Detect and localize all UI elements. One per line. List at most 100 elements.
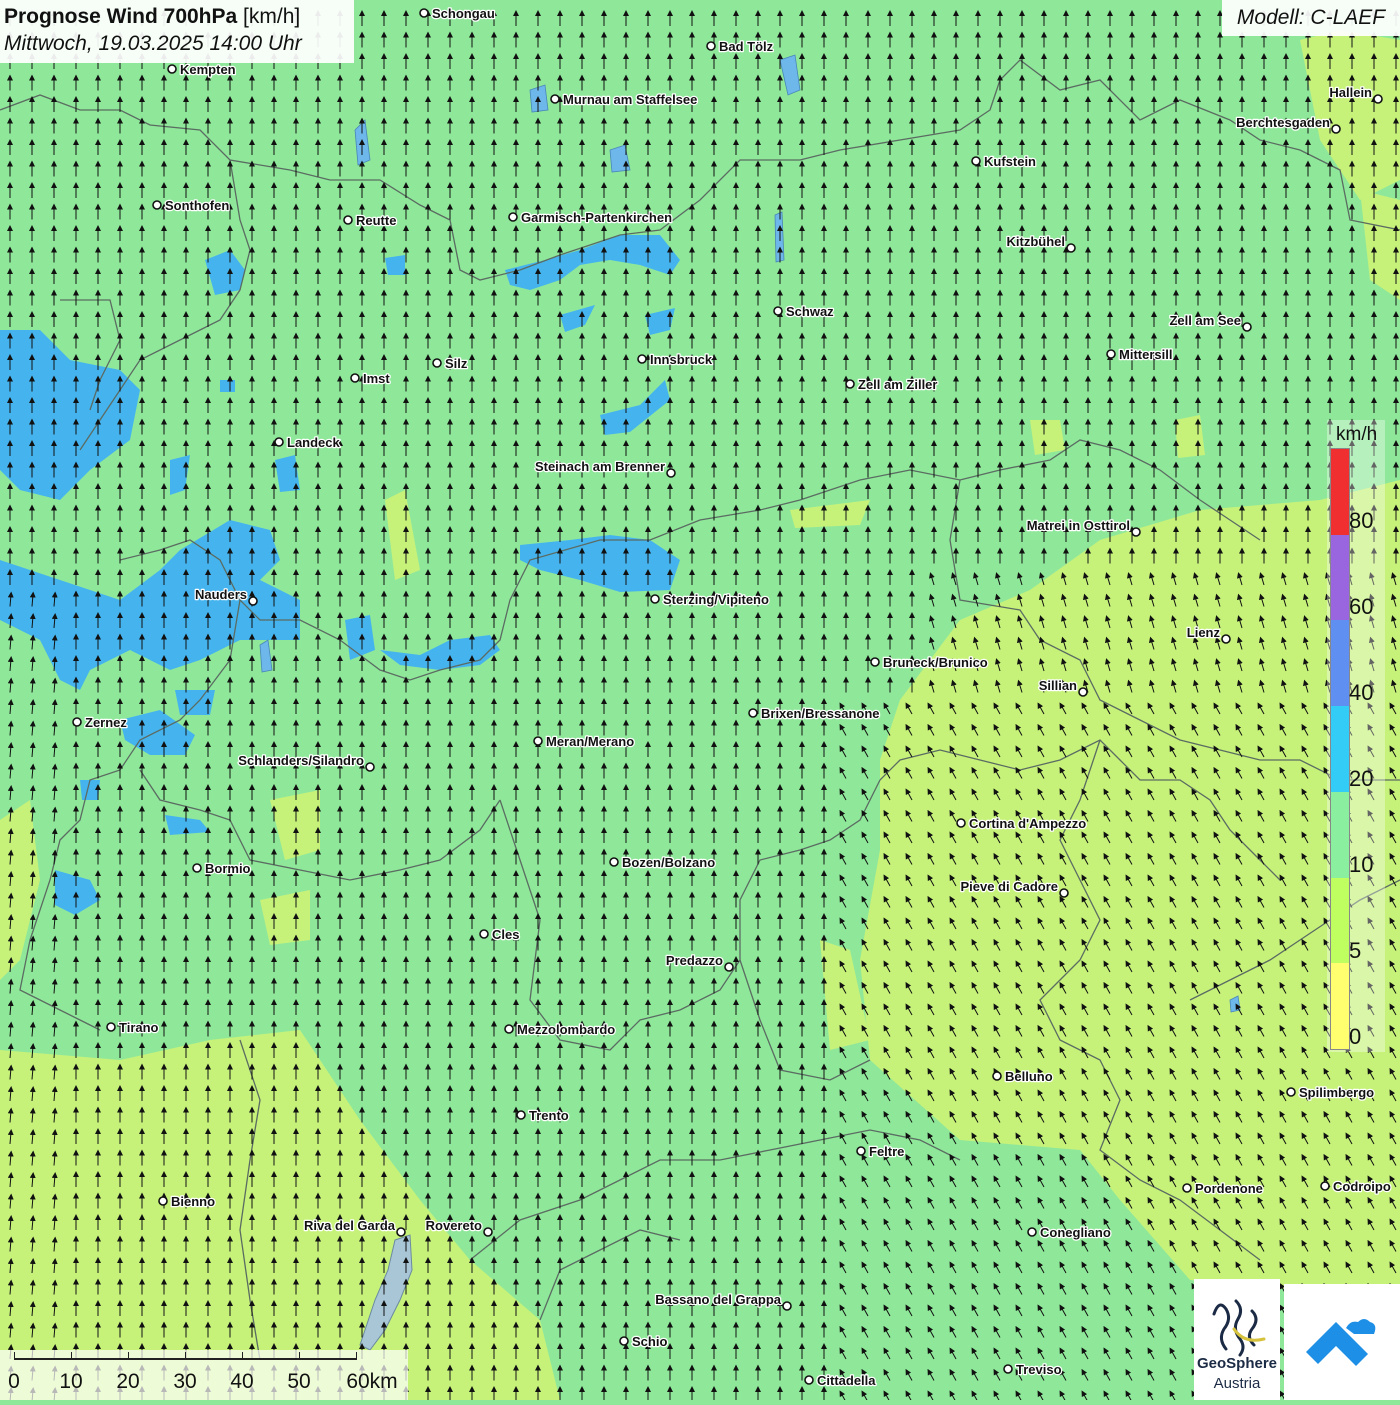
city-label: Tirano	[119, 1020, 159, 1035]
legend-tick-label: 5	[1349, 938, 1362, 963]
city-label: Kempten	[180, 62, 236, 77]
city-dot	[1331, 124, 1341, 134]
city-dot	[804, 1375, 814, 1385]
city-dot	[106, 1022, 116, 1032]
wind-map: Schongau Kempten Bad Tölz Murnau am Staffel…	[0, 0, 1400, 1400]
city-dot	[1131, 527, 1141, 537]
city-dot	[516, 1110, 526, 1120]
city-dot	[167, 64, 177, 74]
legend-tick-label: 20	[1349, 766, 1374, 791]
title-unit: [km/h]	[243, 5, 301, 28]
legend-color-segment	[1331, 449, 1349, 535]
mountain-cloud-icon	[1306, 1319, 1376, 1366]
city-dot	[483, 1227, 493, 1237]
city-label: Pordenone	[1195, 1181, 1263, 1196]
city-label: Schio	[632, 1334, 667, 1349]
city-dot	[856, 1146, 866, 1156]
scale-tick	[128, 1352, 129, 1360]
city-dot	[870, 657, 880, 667]
city-dot	[479, 929, 489, 939]
city-label: Bormio	[205, 861, 251, 876]
scale-label: 30	[173, 1370, 197, 1393]
city-dot	[1320, 1181, 1330, 1191]
legend-tick-label: 80	[1349, 508, 1374, 533]
city-dot	[666, 468, 676, 478]
geosphere-name: GeoSphere	[1196, 1355, 1278, 1372]
city-dot	[504, 1024, 514, 1034]
city-dot	[845, 379, 855, 389]
city-label: Schongau	[432, 6, 495, 21]
legend-unit: km/h	[1336, 424, 1378, 445]
city-marker: Brixen/Bressanone	[748, 705, 881, 722]
city-dot	[1003, 1364, 1013, 1374]
city-dot	[1182, 1183, 1192, 1193]
city-dot	[971, 156, 981, 166]
city-label: Sterzing/Vipiteno	[663, 592, 769, 607]
scale-tick	[299, 1352, 300, 1360]
city-label: Steinach am Brenner	[535, 459, 665, 474]
city-marker: Bruneck/Brunico	[870, 654, 989, 671]
city-dot	[396, 1227, 406, 1237]
city-dot	[419, 8, 429, 18]
geosphere-country: Austria	[1213, 1375, 1261, 1392]
city-label: Rovereto	[426, 1218, 482, 1233]
city-dot	[1078, 687, 1088, 697]
city-label: Predazzo	[666, 953, 723, 968]
scale-tick	[14, 1352, 15, 1360]
city-dot	[432, 358, 442, 368]
city-marker: Sterzing/Vipiteno	[650, 591, 770, 608]
city-marker: Zell am Ziller	[845, 376, 939, 393]
city-label: Murnau am Staffelsee	[563, 92, 697, 107]
city-dot	[992, 1071, 1002, 1081]
scale-label: 50	[287, 1370, 311, 1393]
legend-color-segment	[1331, 534, 1349, 621]
city-dot	[619, 1336, 629, 1346]
city-label: Trento	[529, 1108, 569, 1123]
city-dot	[1059, 888, 1069, 898]
city-label: Brixen/Bressanone	[761, 706, 880, 721]
city-marker: Sonthofen	[152, 197, 231, 214]
city-label: Pieve di Cadore	[960, 879, 1058, 894]
city-label: Bozen/Bolzano	[622, 855, 715, 870]
city-label: Kufstein	[984, 154, 1036, 169]
geosphere-emblem-icon	[1212, 1299, 1266, 1357]
city-label: Garmisch-Partenkirchen	[521, 210, 672, 225]
city-dot	[72, 717, 82, 727]
city-marker: Murnau am Staffelsee	[550, 91, 699, 108]
city-dot	[637, 354, 647, 364]
city-marker: Cortina d'Ampezzo	[956, 815, 1088, 832]
city-dot	[192, 863, 202, 873]
city-dot	[1106, 349, 1116, 359]
city-label: Conegliano	[1040, 1225, 1111, 1240]
city-dot	[773, 306, 783, 316]
color-legend: km/h 80 60 40 20 10 5 0	[1327, 420, 1385, 1052]
scale-tick	[356, 1352, 357, 1360]
legend-tick-label: 60	[1349, 594, 1374, 619]
city-marker: Mezzolombardo	[504, 1021, 617, 1038]
scale-label: 40	[230, 1370, 254, 1393]
city-dot	[1286, 1087, 1296, 1097]
legend-color-bar	[1330, 448, 1350, 1050]
city-label: Schwaz	[786, 304, 834, 319]
city-dot	[956, 818, 966, 828]
legend-color-segment	[1331, 620, 1349, 707]
city-label: Belluno	[1005, 1069, 1053, 1084]
city-dot	[748, 708, 758, 718]
scale-label: 0	[8, 1370, 20, 1393]
forecast-datetime: Mittwoch, 19.03.2025 14:00 Uhr	[4, 32, 302, 55]
title-text: Prognose Wind 700hPa	[4, 5, 238, 28]
city-label: Berchtesgaden	[1236, 115, 1330, 130]
weather-app-logo	[1284, 1284, 1400, 1400]
city-label: Codroipo	[1333, 1179, 1391, 1194]
city-label: Reutte	[356, 213, 396, 228]
city-marker: Garmisch-Partenkirchen	[508, 209, 673, 226]
city-marker: Bozen/Bolzano	[609, 854, 716, 871]
legend-tick-label: 0	[1349, 1024, 1362, 1049]
city-dot	[248, 596, 258, 606]
city-label: Mezzolombardo	[517, 1022, 615, 1037]
legend-color-segment	[1331, 877, 1349, 964]
legend-tick-label: 10	[1349, 852, 1374, 877]
city-dot	[550, 94, 560, 104]
legend-tick-label: 40	[1349, 680, 1374, 705]
city-label: Sonthofen	[165, 198, 229, 213]
